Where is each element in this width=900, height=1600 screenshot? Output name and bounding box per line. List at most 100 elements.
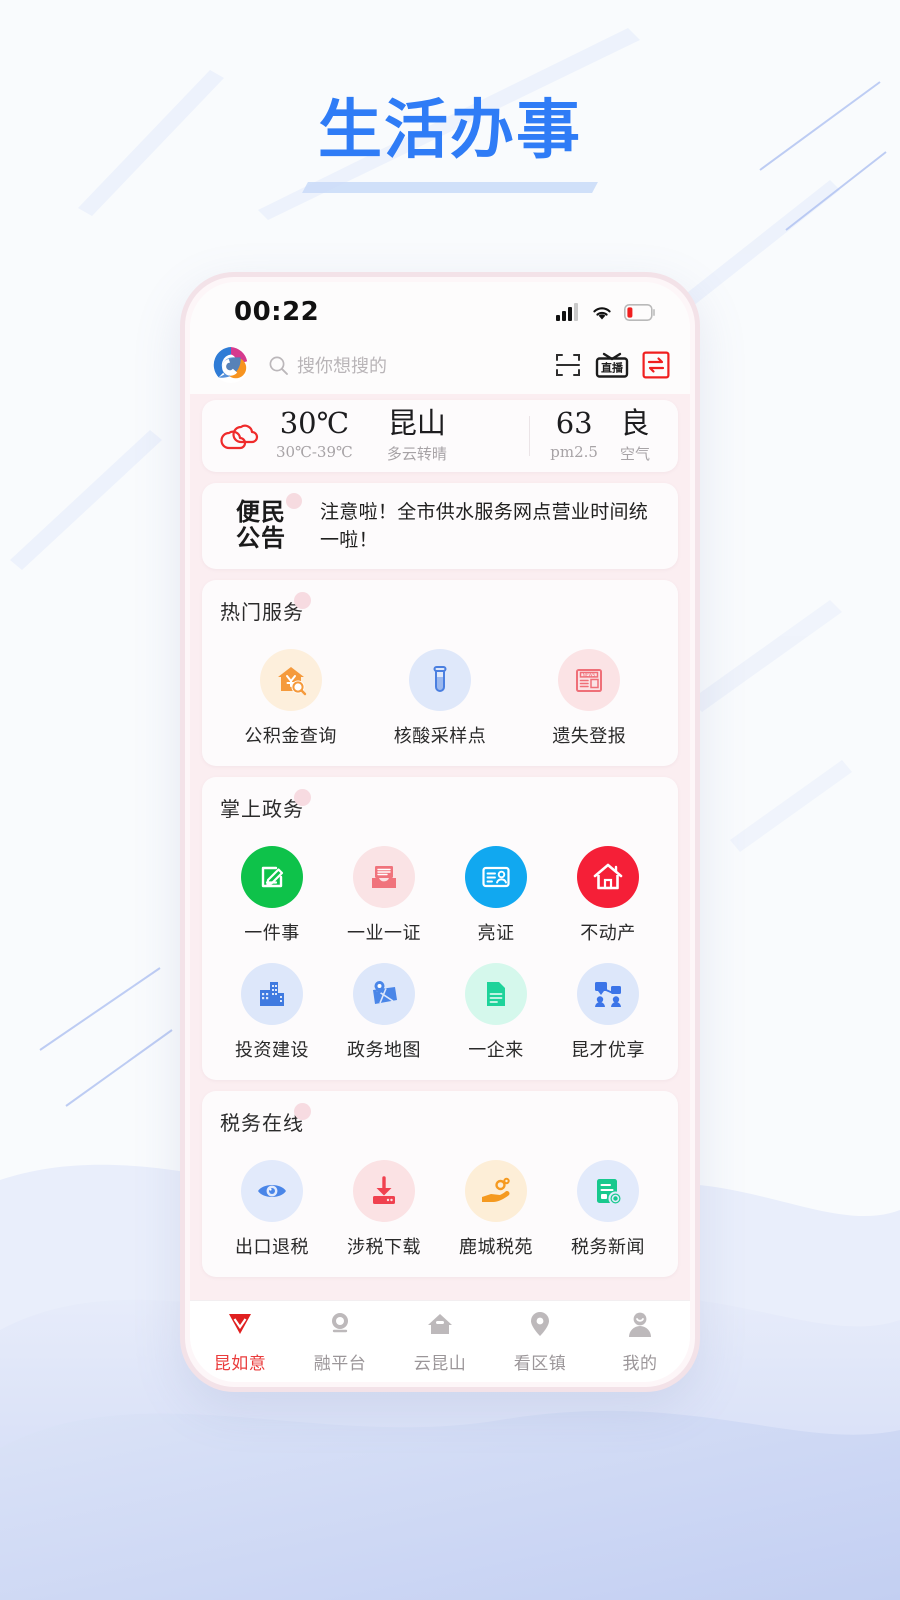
weather-card[interactable]: 30℃ 30℃-39℃ 昆山 多云转晴 63 pm2.5 良 空气 — [202, 400, 678, 472]
weather-pm-value: 63 — [555, 406, 593, 441]
service-tile[interactable]: 不动产 — [552, 828, 664, 945]
id-card-icon — [465, 846, 527, 908]
service-tile[interactable]: 公积金查询 — [216, 631, 365, 748]
weather-temperature-block: 30℃ 30℃-39℃ — [276, 407, 353, 464]
download-box-icon — [353, 1160, 415, 1222]
weather-divider — [529, 416, 531, 456]
section-title-row: 税务在线 — [216, 1103, 664, 1136]
service-tile[interactable]: 出口退税 — [216, 1142, 328, 1259]
tab-label: 融平台 — [313, 1353, 367, 1374]
status-time: 00:22 — [234, 297, 320, 327]
buildings-icon — [241, 963, 303, 1025]
location-pin-icon — [525, 1310, 555, 1343]
service-label: 遗失登报 — [552, 726, 627, 747]
search-input[interactable]: 搜你想搜的 — [262, 346, 542, 384]
page-title-block: 生活办事 — [0, 94, 900, 194]
map-pin-icon — [353, 963, 415, 1025]
service-grid: 公积金查询 核酸采样点 NEWS 遗失登报 — [216, 631, 664, 748]
search-icon — [269, 356, 288, 375]
status-icon-group — [556, 303, 656, 321]
user-profile-icon — [625, 1310, 655, 1343]
weather-city: 昆山 — [387, 406, 446, 441]
house-money-search-icon — [259, 649, 322, 711]
phone-screen: 00:22 搜你想搜的 直播 30℃ 30℃-39℃ 昆山 多云转晴 63 pm… — [190, 282, 690, 1382]
service-tile[interactable]: NEWS 遗失登报 — [515, 631, 664, 748]
exchange-button[interactable] — [642, 351, 670, 379]
weather-pm-block: 63 pm2.5 — [550, 406, 598, 464]
tab-4[interactable]: 看区镇 — [490, 1310, 590, 1374]
cellular-signal-icon — [556, 303, 578, 321]
talent-network-icon — [577, 963, 639, 1025]
service-tile[interactable]: 涉税下载 — [328, 1142, 440, 1259]
announcement-text: 注意啦！全市供水服务网点营业时间统一啦！ — [320, 500, 649, 552]
live-broadcast-button[interactable]: 直播 — [594, 350, 630, 380]
weather-air-group: 63 pm2.5 良 空气 — [550, 406, 664, 464]
scan-button[interactable] — [554, 351, 582, 379]
real-estate-house-icon — [577, 846, 639, 908]
section-dot-decoration — [294, 789, 311, 806]
status-bar: 00:22 — [190, 282, 690, 336]
wifi-icon — [593, 306, 611, 319]
service-label: 不动产 — [580, 923, 636, 944]
document-green-icon — [465, 963, 527, 1025]
section-title: 掌上政务 — [220, 797, 304, 821]
svg-text:NEWS: NEWS — [583, 672, 596, 677]
tab-label: 看区镇 — [513, 1353, 567, 1374]
page-title: 生活办事 — [318, 94, 582, 168]
cloudy-icon — [220, 424, 259, 450]
eye-export-icon — [241, 1160, 303, 1222]
live-broadcast-icon: 直播 — [595, 352, 629, 378]
service-label: 亮证 — [477, 923, 515, 944]
svg-text:直播: 直播 — [601, 361, 624, 375]
service-label: 投资建设 — [235, 1040, 309, 1061]
service-tile[interactable]: 鹿城税苑 — [440, 1142, 552, 1259]
service-tile[interactable]: 一件事 — [216, 828, 328, 945]
section-title-row: 热门服务 — [216, 592, 664, 625]
announcement-card[interactable]: 便民 公告 注意啦！全市供水服务网点营业时间统一啦！ — [202, 483, 678, 569]
test-tube-icon — [408, 649, 471, 711]
service-label: 出口退税 — [235, 1237, 309, 1258]
service-label: 一件事 — [244, 923, 300, 944]
section-dot-decoration — [294, 1103, 311, 1120]
weather-city-block: 昆山 多云转晴 — [386, 406, 447, 464]
weather-condition: 多云转晴 — [386, 444, 447, 463]
service-tile[interactable]: 核酸采样点 — [365, 631, 514, 748]
service-tile[interactable]: 昆才优享 — [552, 945, 664, 1062]
tab-3[interactable]: 云昆山 — [390, 1310, 490, 1374]
service-tile[interactable]: 一业一证 — [328, 828, 440, 945]
service-tile[interactable]: 一企来 — [440, 945, 552, 1062]
service-label: 核酸采样点 — [393, 726, 487, 747]
exchange-icon — [642, 351, 670, 379]
service-tile[interactable]: 税务新闻 — [552, 1142, 664, 1259]
search-placeholder: 搜你想搜的 — [297, 356, 387, 377]
weather-temp-range: 30℃-39℃ — [276, 442, 353, 461]
service-tile[interactable]: 投资建设 — [216, 945, 328, 1062]
tab-label: 云昆山 — [413, 1353, 467, 1374]
section-title: 税务在线 — [220, 1111, 304, 1135]
diamond-icon — [225, 1310, 255, 1343]
weather-air-label: 空气 — [619, 444, 650, 463]
section-title-row: 掌上政务 — [216, 789, 664, 822]
weather-primary-group: 30℃ 30℃-39℃ 昆山 多云转晴 — [276, 406, 447, 464]
section-dot-decoration — [294, 592, 311, 609]
edit-document-icon — [241, 846, 303, 908]
badge-line-2: 公告 — [236, 524, 286, 552]
service-grid: 一件事 一业一证 亮证 不动产 投资建设 政务地图 一企来 昆才优享 — [216, 828, 664, 1062]
phone-mockup: 00:22 搜你想搜的 直播 30℃ 30℃-39℃ 昆山 多云转晴 63 pm… — [180, 272, 700, 1392]
service-sections: 热门服务 公积金查询 核酸采样点 NEWS 遗失登报 掌上政务 一件事 一业一证… — [202, 580, 678, 1288]
weather-pm-label: pm2.5 — [550, 442, 598, 461]
weather-air-block: 良 空气 — [619, 406, 650, 464]
service-tile[interactable]: 政务地图 — [328, 945, 440, 1062]
service-label: 昆才优享 — [571, 1040, 645, 1061]
service-section: 掌上政务 一件事 一业一证 亮证 不动产 投资建设 政务地图 一企来 昆才优享 — [202, 777, 678, 1080]
tab-5[interactable]: 我的 — [590, 1310, 690, 1374]
tab-2[interactable]: 融平台 — [290, 1310, 390, 1374]
weather-air-level: 良 — [620, 406, 650, 441]
tab-1[interactable]: 昆如意 — [190, 1310, 290, 1374]
app-logo-icon[interactable] — [212, 346, 250, 384]
service-section: 热门服务 公积金查询 核酸采样点 NEWS 遗失登报 — [202, 580, 678, 766]
tab-label: 昆如意 — [213, 1353, 267, 1374]
app-header: 搜你想搜的 直播 — [190, 336, 690, 394]
tax-news-icon — [577, 1160, 639, 1222]
service-tile[interactable]: 亮证 — [440, 828, 552, 945]
